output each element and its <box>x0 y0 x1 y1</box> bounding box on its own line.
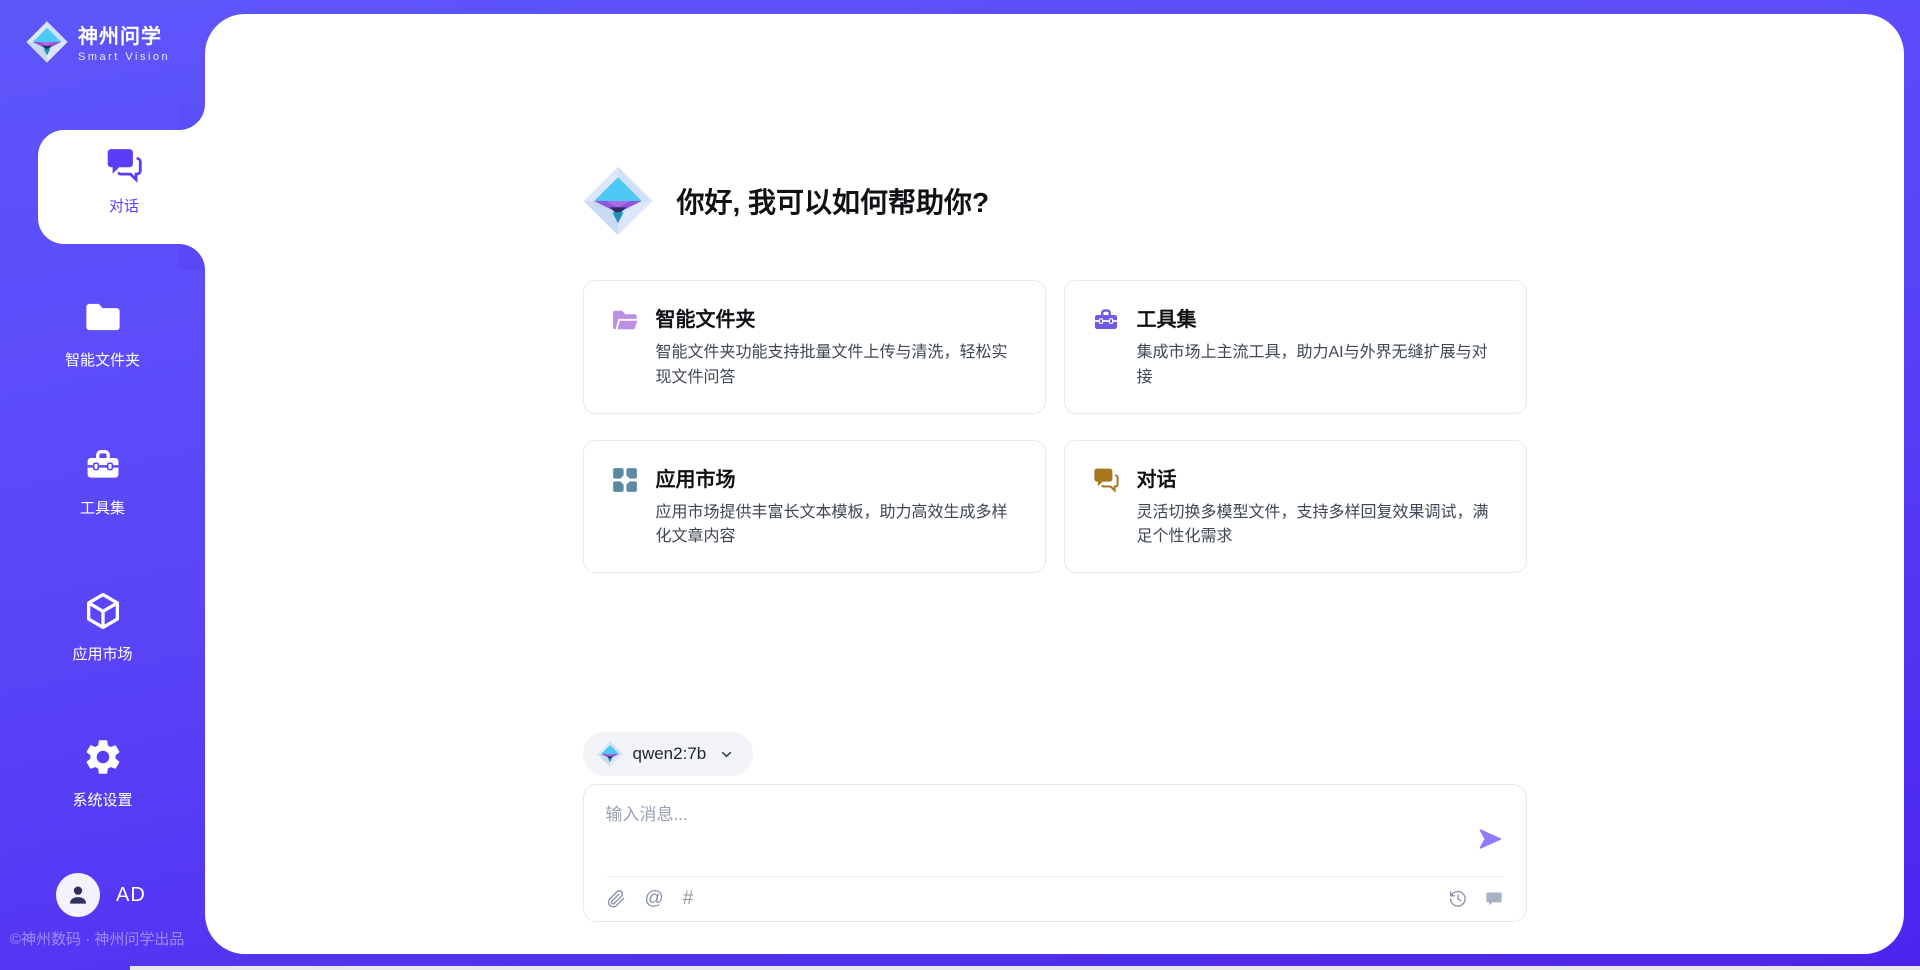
sidebar-item-label: 系统设置 <box>0 789 205 810</box>
sidebar-item-label: 应用市场 <box>0 643 205 664</box>
message-composer: @ # <box>583 784 1527 922</box>
bottom-edge-strip <box>130 966 1920 970</box>
brand-name: 神州问学 <box>78 20 170 49</box>
card-title: 应用市场 <box>656 463 1019 492</box>
sidebar: 神州问学 Smart Vision 对话 智能文件夹 工具集 应用市场 系统设置… <box>0 0 205 970</box>
sidebar-item-toolset[interactable]: 工具集 <box>0 444 205 518</box>
greeting-title: 你好, 我可以如何帮助你? <box>677 181 990 221</box>
card-app-market[interactable]: 应用市场 应用市场提供丰富长文本模板，助力高效生成多样化文章内容 <box>583 440 1046 574</box>
toolbox-icon <box>1091 305 1121 335</box>
greeting-gem-icon <box>583 166 653 236</box>
user-account[interactable]: AD <box>56 873 146 917</box>
model-selector[interactable]: qwen2:7b <box>583 732 754 776</box>
brand-logo: 神州问学 Smart Vision <box>26 20 170 63</box>
attachment-icon[interactable] <box>606 889 626 909</box>
brand-subtitle: Smart Vision <box>78 51 170 63</box>
gear-icon <box>82 736 124 778</box>
hashtag-icon[interactable]: # <box>683 889 694 909</box>
card-description: 灵活切换多模型文件，支持多样回复效果调试，满足个性化需求 <box>1137 501 1500 551</box>
feature-cards: 智能文件夹 智能文件夹功能支持批量文件上传与清洗，轻松实现文件问答 工具集 集成… <box>583 280 1527 573</box>
history-icon[interactable] <box>1448 889 1468 909</box>
sidebar-item-smart-folder[interactable]: 智能文件夹 <box>0 296 205 370</box>
card-title: 工具集 <box>1137 303 1500 332</box>
brand-gem-icon <box>26 21 68 63</box>
message-input[interactable] <box>606 801 1476 825</box>
grid-icon <box>610 465 640 495</box>
card-title: 对话 <box>1137 463 1500 492</box>
cube-icon <box>82 590 124 632</box>
sidebar-item-app-market[interactable]: 应用市场 <box>0 590 205 664</box>
send-icon <box>1476 825 1504 853</box>
card-title: 智能文件夹 <box>656 303 1019 332</box>
model-gem-icon <box>597 741 623 767</box>
sidebar-item-settings[interactable]: 系统设置 <box>0 736 205 810</box>
main-panel: 你好, 我可以如何帮助你? 智能文件夹 智能文件夹功能支持批量文件上传与清洗，轻… <box>205 14 1904 954</box>
person-icon <box>65 882 91 908</box>
card-description: 集成市场上主流工具，助力AI与外界无缝扩展与对接 <box>1137 341 1500 391</box>
folder-icon <box>82 296 124 338</box>
avatar <box>56 873 100 917</box>
chat-bubble-icon[interactable] <box>1484 889 1504 909</box>
chat-icon <box>1091 465 1121 495</box>
user-initials: AD <box>116 884 146 907</box>
chat-icon <box>103 144 145 186</box>
sidebar-item-label: 工具集 <box>0 497 205 518</box>
greeting: 你好, 我可以如何帮助你? <box>583 166 1527 236</box>
send-button[interactable] <box>1476 825 1504 853</box>
mention-icon[interactable]: @ <box>645 889 664 909</box>
card-chat[interactable]: 对话 灵活切换多模型文件，支持多样回复效果调试，满足个性化需求 <box>1064 440 1527 574</box>
card-toolset[interactable]: 工具集 集成市场上主流工具，助力AI与外界无缝扩展与对接 <box>1064 280 1527 414</box>
card-description: 智能文件夹功能支持批量文件上传与清洗，轻松实现文件问答 <box>656 341 1019 391</box>
folder-open-icon <box>610 305 640 335</box>
card-description: 应用市场提供丰富长文本模板，助力高效生成多样化文章内容 <box>656 501 1019 551</box>
sidebar-item-label: 对话 <box>38 195 210 216</box>
active-tab-fillet-top <box>179 104 205 130</box>
toolbox-icon <box>82 444 124 486</box>
sidebar-item-label: 智能文件夹 <box>0 349 205 370</box>
active-tab-fillet-bottom <box>179 244 205 270</box>
card-smart-folder[interactable]: 智能文件夹 智能文件夹功能支持批量文件上传与清洗，轻松实现文件问答 <box>583 280 1046 414</box>
sidebar-footer-text: ©神州数码 · 神州问学出品 <box>10 928 184 949</box>
chevron-down-icon <box>718 746 735 763</box>
sidebar-item-chat[interactable]: 对话 <box>38 130 210 244</box>
model-name: qwen2:7b <box>633 744 707 764</box>
